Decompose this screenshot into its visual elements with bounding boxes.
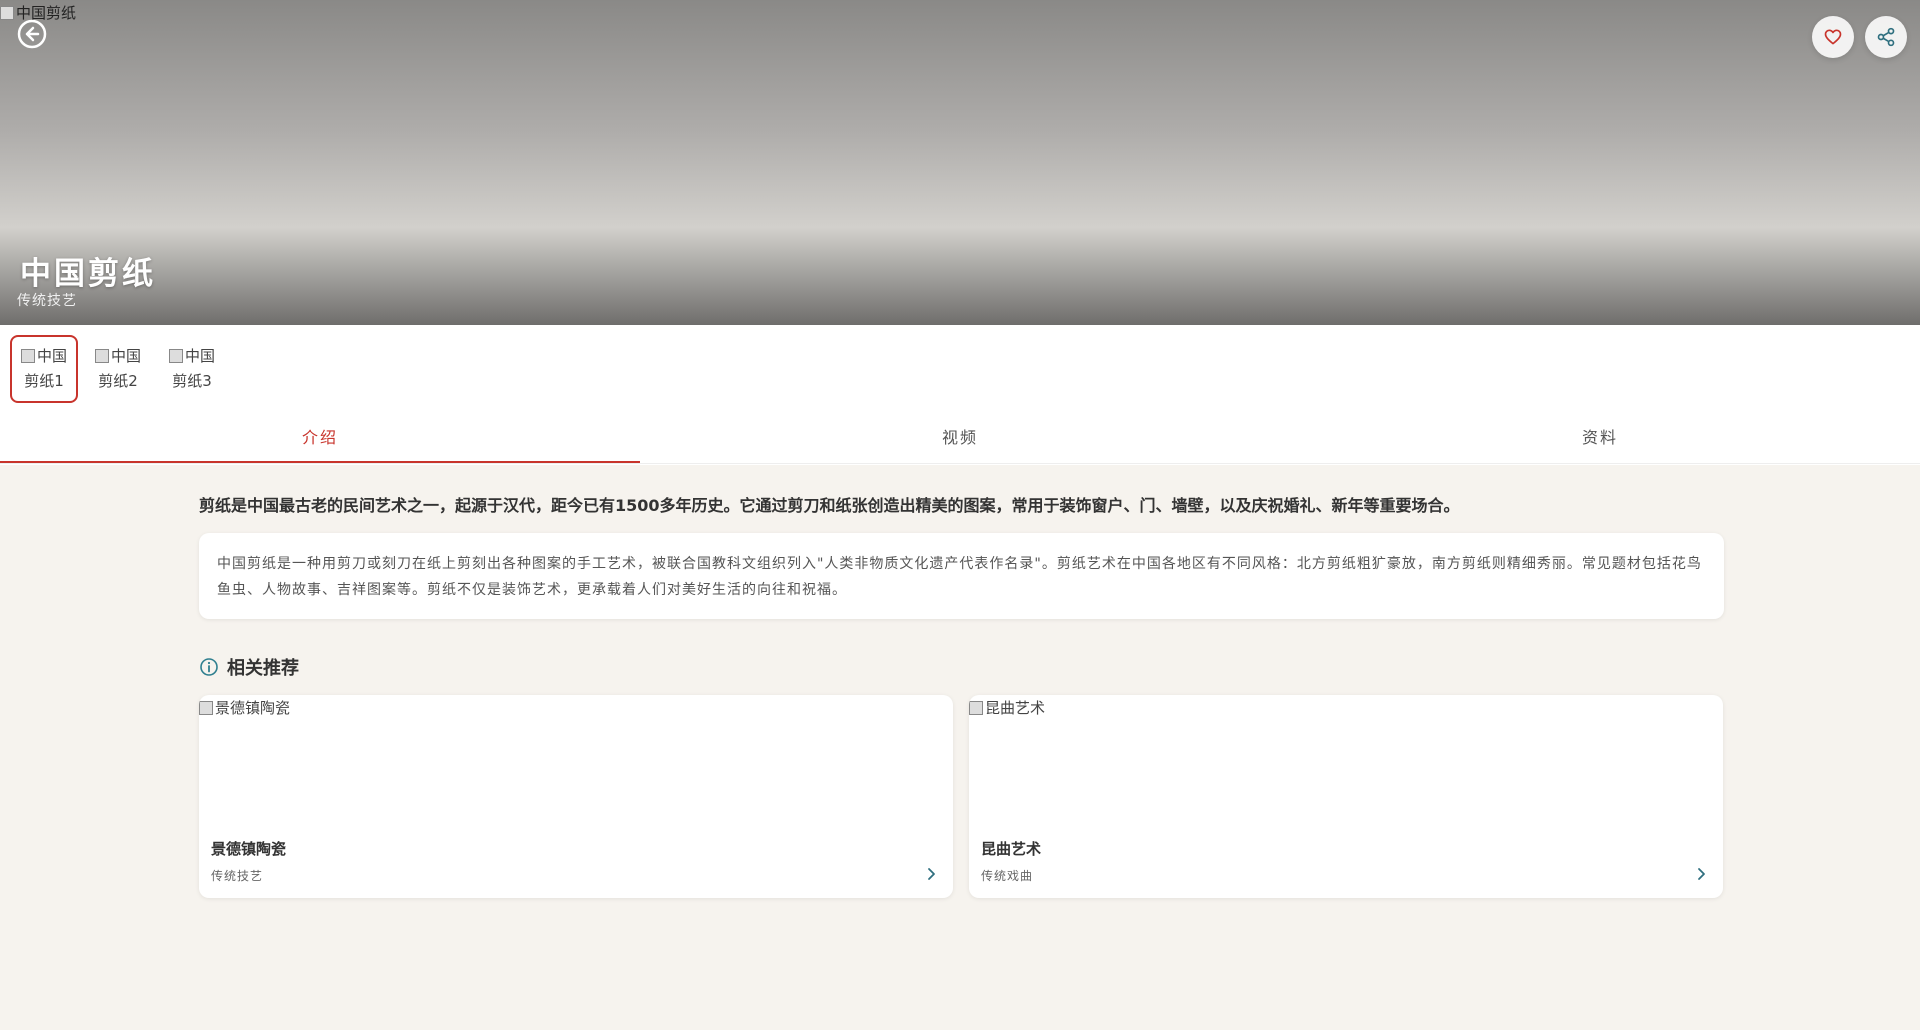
info-circle-icon <box>200 658 218 676</box>
detail-page: 中国剪纸 中国剪纸 传统技艺 中国剪纸1 中国剪纸2 中国剪纸3 介绍 视频 资… <box>0 0 1920 1030</box>
related-image-alt-text: 景德镇陶瓷 <box>215 699 291 717</box>
back-button[interactable] <box>14 16 50 52</box>
related-image-alt: 昆曲艺术 <box>969 697 1045 718</box>
related-card-category: 传统技艺 <box>211 869 264 883</box>
broken-image-icon <box>94 349 109 363</box>
tab-video[interactable]: 视频 <box>640 418 1280 463</box>
share-button[interactable] <box>1865 16 1907 58</box>
related-section-header: 相关推荐 <box>199 654 299 680</box>
related-image-alt-text: 昆曲艺术 <box>985 699 1046 717</box>
page-title: 中国剪纸 <box>20 256 156 292</box>
related-section-title: 相关推荐 <box>227 658 299 679</box>
related-card-2[interactable]: 昆曲艺术 昆曲艺术 传统戏曲 <box>969 695 1723 898</box>
thumbnail-1[interactable]: 中国剪纸1 <box>10 335 78 403</box>
broken-image-icon <box>20 349 35 363</box>
thumbnail-2[interactable]: 中国剪纸2 <box>84 335 152 403</box>
intro-lead-text: 剪纸是中国最古老的民间艺术之一，起源于汉代，距今已有1500多年历史。它通过剪刀… <box>199 496 1460 515</box>
broken-image-icon <box>969 701 983 715</box>
broken-image-icon <box>168 349 183 363</box>
thumbnail-3[interactable]: 中国剪纸3 <box>158 335 226 403</box>
broken-image-icon <box>0 6 14 20</box>
arrow-left-circle-icon <box>17 19 47 49</box>
thumbnail-strip: 中国剪纸1 中国剪纸2 中国剪纸3 <box>10 335 226 403</box>
share-icon <box>1877 27 1895 47</box>
related-image-alt: 景德镇陶瓷 <box>199 697 290 718</box>
related-card-category: 传统戏曲 <box>981 869 1034 883</box>
related-card-1[interactable]: 景德镇陶瓷 景德镇陶瓷 传统技艺 <box>199 695 953 898</box>
tab-materials[interactable]: 资料 <box>1280 418 1920 463</box>
related-card-title: 昆曲艺术 <box>981 840 1042 858</box>
tab-intro[interactable]: 介绍 <box>0 418 640 463</box>
chevron-right-icon <box>1698 868 1705 880</box>
broken-image-icon <box>199 701 213 715</box>
page-subtitle: 传统技艺 <box>17 293 77 309</box>
hero-banner: 中国剪纸 中国剪纸 传统技艺 <box>0 0 1920 325</box>
favorite-button[interactable] <box>1812 16 1854 58</box>
tab-bar: 介绍 视频 资料 <box>0 418 1920 464</box>
chevron-right-icon <box>928 868 935 880</box>
related-card-title: 景德镇陶瓷 <box>211 840 287 858</box>
description-text: 中国剪纸是一种用剪刀或刻刀在纸上剪刻出各种图案的手工艺术，被联合国教科文组织列入… <box>217 556 1702 598</box>
description-card: 中国剪纸是一种用剪刀或刻刀在纸上剪刻出各种图案的手工艺术，被联合国教科文组织列入… <box>199 533 1724 619</box>
heart-icon <box>1824 29 1842 45</box>
